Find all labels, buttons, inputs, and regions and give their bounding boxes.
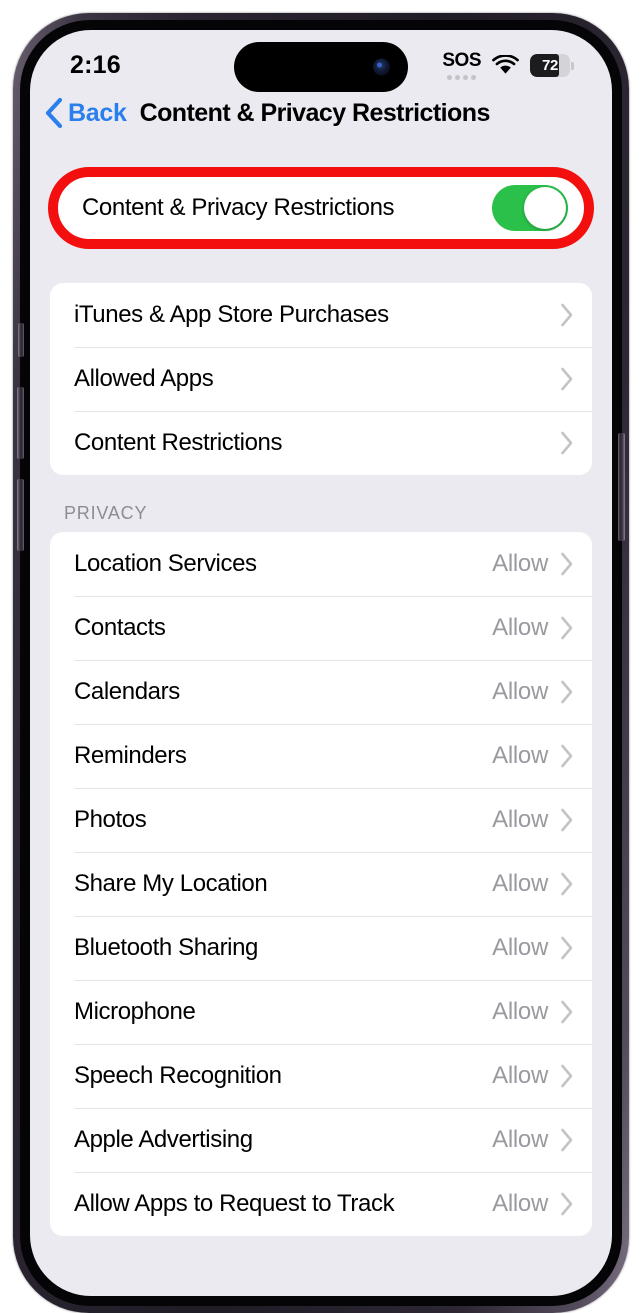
row-value: Allow [492, 550, 548, 577]
front-camera-icon [373, 58, 390, 76]
row-accessory: Allow [492, 1126, 574, 1154]
row-label: Content Restrictions [74, 429, 283, 456]
row-value: Allow [492, 934, 548, 961]
chevron-right-icon [561, 808, 573, 832]
row-label: Reminders [74, 742, 187, 769]
privacy-section-header: PRIVACY [64, 503, 148, 523]
row-label: Apple Advertising [74, 1126, 253, 1153]
phone-screen: 2:16 SOS 72 Back Content & Privacy Restr… [30, 30, 612, 1296]
chevron-right-icon [561, 872, 573, 896]
list-item[interactable]: Photos Allow [50, 788, 592, 852]
row-accessory: Allow [492, 1062, 574, 1090]
row-accessory: Allow [492, 1190, 574, 1218]
list-item[interactable]: Calendars Allow [50, 660, 592, 724]
row-accessory: Allow [492, 742, 574, 770]
list-item[interactable]: Reminders Allow [50, 724, 592, 788]
navigation-bar: Back Content & Privacy Restrictions [30, 92, 612, 143]
privacy-group: Location Services Allow Contacts Allow Calen… [50, 532, 592, 1236]
row-label: Contacts [74, 614, 166, 641]
chevron-right-icon [561, 303, 573, 327]
chevron-right-icon [561, 552, 573, 576]
volume-up-button[interactable] [17, 387, 24, 459]
row-accessory [560, 367, 574, 391]
row-value: Allow [492, 998, 548, 1025]
wifi-icon [492, 55, 519, 74]
row-value: Allow [492, 1190, 548, 1217]
list-item[interactable]: Apple Advertising Allow [50, 1108, 592, 1172]
row-value: Allow [492, 614, 548, 641]
status-bar-time: 2:16 [70, 50, 121, 79]
row-value: Allow [492, 870, 548, 897]
chevron-right-icon [561, 744, 573, 768]
back-button-label: Back [68, 98, 127, 127]
row-label: Allowed Apps [74, 365, 214, 392]
row-accessory: Allow [492, 870, 574, 898]
back-button[interactable]: Back [44, 97, 127, 129]
list-item[interactable]: Location Services Allow [50, 532, 592, 596]
phone-bezel: 2:16 SOS 72 Back Content & Privacy Restr… [20, 20, 622, 1306]
list-item[interactable]: Allow Apps to Request to Track Allow [50, 1172, 592, 1236]
row-label: iTunes & App Store Purchases [74, 301, 389, 328]
phone-frame: 2:16 SOS 72 Back Content & Privacy Restr… [13, 13, 629, 1313]
list-item[interactable]: Share My Location Allow [50, 852, 592, 916]
chevron-right-icon [561, 367, 573, 391]
row-accessory: Allow [492, 550, 574, 578]
chevron-right-icon [561, 1128, 573, 1152]
page-title: Content & Privacy Restrictions [139, 98, 491, 127]
list-item[interactable]: Contacts Allow [50, 596, 592, 660]
row-value: Allow [492, 1126, 548, 1153]
toggle-card[interactable]: Content & Privacy Restrictions [58, 167, 584, 249]
list-item[interactable]: Content Restrictions [50, 411, 592, 475]
chevron-right-icon [561, 1000, 573, 1024]
row-accessory [560, 303, 574, 327]
power-button[interactable] [618, 433, 625, 541]
list-item[interactable]: iTunes & App Store Purchases [50, 283, 592, 347]
row-accessory: Allow [492, 678, 574, 706]
sos-label: SOS [442, 50, 481, 71]
row-accessory: Allow [492, 614, 574, 642]
chevron-left-icon [45, 97, 63, 129]
row-label: Bluetooth Sharing [74, 934, 259, 961]
row-label: Share My Location [74, 870, 268, 897]
row-accessory: Allow [492, 998, 574, 1026]
chevron-right-icon [561, 616, 573, 640]
battery-cap [571, 61, 574, 70]
chevron-right-icon [561, 936, 573, 960]
switch-knob [524, 187, 566, 229]
row-label: Microphone [74, 998, 196, 1025]
list-item[interactable]: Bluetooth Sharing Allow [50, 916, 592, 980]
row-accessory: Allow [492, 806, 574, 834]
row-accessory [560, 431, 574, 455]
battery-percent-label: 72 [541, 56, 559, 74]
restrictions-group: iTunes & App Store Purchases Allowed Apps… [50, 283, 592, 475]
list-item[interactable]: Allowed Apps [50, 347, 592, 411]
row-label: Photos [74, 806, 147, 833]
settings-content: Content & Privacy Restrictions iTunes & … [30, 167, 612, 1236]
sos-indicator: SOS [442, 50, 481, 80]
volume-down-button[interactable] [17, 479, 24, 551]
row-value: Allow [492, 678, 548, 705]
row-label: Calendars [74, 678, 180, 705]
status-bar-indicators: SOS 72 [442, 50, 574, 80]
row-accessory: Allow [492, 934, 574, 962]
row-label: Location Services [74, 550, 257, 577]
row-value: Allow [492, 806, 548, 833]
toggle-row-label: Content & Privacy Restrictions [82, 194, 395, 221]
mute-switch-button[interactable] [18, 323, 24, 357]
row-label: Speech Recognition [74, 1062, 282, 1089]
content-privacy-restrictions-switch[interactable] [492, 185, 568, 231]
battery-icon: 72 [530, 53, 574, 77]
dynamic-island[interactable] [234, 42, 408, 92]
chevron-right-icon [561, 680, 573, 704]
content-privacy-restrictions-toggle-row[interactable]: Content & Privacy Restrictions [48, 167, 594, 249]
list-item[interactable]: Speech Recognition Allow [50, 1044, 592, 1108]
chevron-right-icon [561, 1064, 573, 1088]
list-item[interactable]: Microphone Allow [50, 980, 592, 1044]
row-value: Allow [492, 1062, 548, 1089]
row-value: Allow [492, 742, 548, 769]
chevron-right-icon [561, 431, 573, 455]
row-label: Allow Apps to Request to Track [74, 1190, 395, 1217]
chevron-right-icon [561, 1192, 573, 1216]
sos-signal-dots [447, 75, 477, 80]
